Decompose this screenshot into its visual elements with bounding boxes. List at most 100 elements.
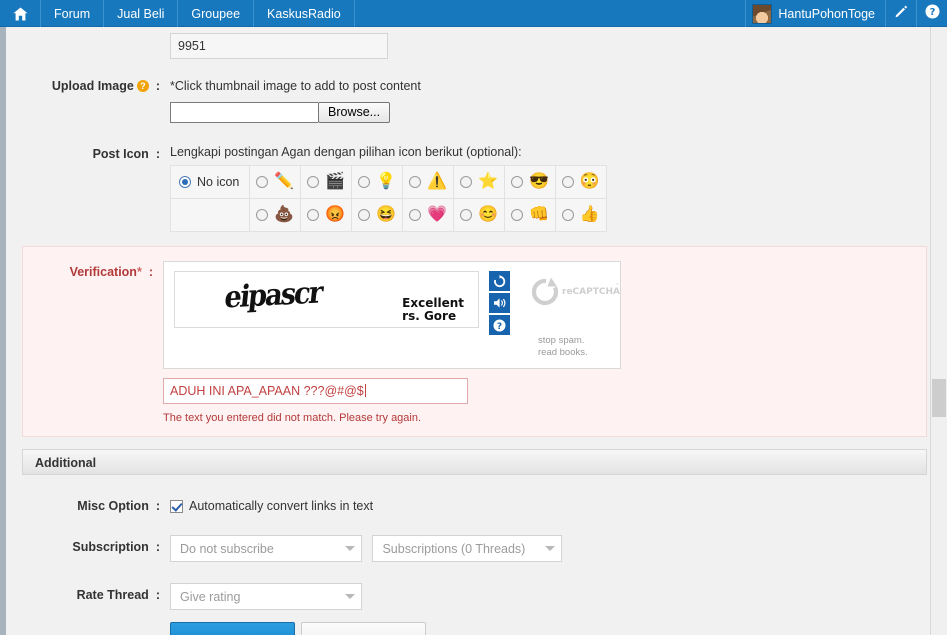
browse-button[interactable]: Browse...: [318, 102, 391, 123]
numeric-input[interactable]: 9951: [170, 33, 388, 59]
user-menu[interactable]: HantuPohonToge: [745, 0, 885, 27]
post-icon-option[interactable]: 😊: [460, 207, 498, 223]
subscription-label: Subscription:: [22, 535, 170, 554]
captcha-image: eipascr Excellent rs. Gore: [174, 271, 479, 328]
post-icon-option[interactable]: 😡: [307, 207, 345, 223]
post-icon-option[interactable]: 👍: [561, 207, 600, 223]
post-icon-cell[interactable]: 👊: [504, 198, 556, 232]
post-icon-option[interactable]: ✏️: [256, 174, 294, 190]
rate-thread-select[interactable]: Give rating: [170, 583, 362, 610]
post-icon-cell[interactable]: 😊: [453, 198, 505, 232]
post-icon-option[interactable]: 👊: [511, 207, 549, 223]
page-body: 9951 Upload Image?: *Click thumbnail ima…: [0, 27, 931, 635]
radio-post-icon[interactable]: [511, 209, 523, 221]
post-icon-option[interactable]: 💡: [358, 174, 396, 190]
question-icon: ?: [925, 4, 940, 24]
post-icon-option[interactable]: 😳: [561, 174, 600, 190]
file-input[interactable]: [170, 102, 318, 123]
sunglasses-face-icon: 😎: [529, 173, 549, 190]
lightbulb-icon: 💡: [376, 173, 397, 190]
scrollbar-thumb[interactable]: [932, 379, 946, 417]
post-icon-option[interactable]: 😎: [511, 174, 549, 190]
post-icon-cell[interactable]: 😳: [554, 165, 607, 199]
rate-thread-field: Give rating: [170, 583, 927, 610]
rate-thread-label: Rate Thread:: [22, 583, 170, 602]
post-icon-cell[interactable]: 💩: [249, 198, 302, 232]
row-verification: Verification*: eipascr Excellent rs. Gor…: [23, 261, 926, 424]
page-scrollbar[interactable]: [930, 27, 947, 635]
submit-button[interactable]: [170, 622, 295, 635]
captcha-audio-button[interactable]: [489, 293, 510, 313]
radio-no-icon[interactable]: [179, 176, 191, 188]
home-icon: [13, 7, 28, 21]
post-icon-row-1: No icon ✏️ 🎬 💡 ⚠️ ⭐ 😎 😳: [169, 165, 607, 199]
nav-item-jual-beli[interactable]: Jual Beli: [104, 0, 179, 27]
captcha-refresh-button[interactable]: [489, 271, 510, 291]
question-icon: ?: [493, 319, 506, 331]
post-icon-cell[interactable]: 💗: [402, 198, 455, 232]
post-icon-cell[interactable]: 🎬: [300, 165, 353, 199]
radio-post-icon[interactable]: [460, 176, 473, 188]
post-icon-cell[interactable]: ⚠️: [402, 165, 455, 199]
additional-section-header: Additional: [22, 449, 927, 475]
preview-button[interactable]: [301, 622, 426, 635]
compose-button[interactable]: [885, 0, 916, 27]
radio-post-icon[interactable]: [561, 209, 574, 221]
required-asterisk: *: [136, 265, 142, 279]
post-icon-cell[interactable]: 😆: [351, 198, 404, 232]
nav-item-kaskusradio[interactable]: KaskusRadio: [254, 0, 355, 27]
row-upload-image: Upload Image?: *Click thumbnail image to…: [22, 79, 927, 123]
radio-post-icon[interactable]: [256, 209, 269, 221]
nav-item-forum[interactable]: Forum: [41, 0, 105, 27]
radio-post-icon[interactable]: [511, 176, 523, 188]
convert-links-option[interactable]: Automatically convert links in text: [170, 499, 927, 513]
post-icon-cell[interactable]: ⭐: [453, 165, 505, 199]
post-icon-cell[interactable]: 😎: [504, 165, 556, 199]
post-icon-option[interactable]: ⚠️: [409, 174, 447, 190]
post-icon-cell[interactable]: 😡: [300, 198, 353, 232]
upload-image-label-text: Upload Image: [51, 79, 134, 93]
user-avatar: [752, 3, 773, 24]
verification-colon: :: [148, 265, 153, 279]
speaker-icon: [493, 298, 505, 308]
captcha-word-book-line2: rs. Gore: [402, 308, 457, 323]
radio-post-icon[interactable]: [409, 209, 422, 221]
radio-post-icon[interactable]: [409, 176, 422, 188]
radio-post-icon[interactable]: [358, 176, 371, 188]
subscription-select[interactable]: Do not subscribe: [170, 535, 362, 562]
page-root: Forum Jual Beli Groupee KaskusRadio Hant…: [0, 0, 947, 635]
radio-post-icon[interactable]: [256, 176, 269, 188]
post-icon-cell[interactable]: ✏️: [249, 165, 302, 199]
captcha-help-button[interactable]: ?: [489, 315, 510, 335]
post-icon-option[interactable]: 🎬: [307, 174, 345, 190]
laughing-face-icon: 😆: [376, 206, 397, 223]
upload-image-label: Upload Image?:: [22, 79, 170, 93]
question-mark-icon[interactable]: ?: [136, 80, 149, 92]
post-icon-option[interactable]: 😆: [358, 207, 396, 223]
help-button[interactable]: ?: [916, 0, 947, 27]
post-icon-cell[interactable]: 💡: [351, 165, 404, 199]
radio-post-icon[interactable]: [561, 176, 574, 188]
misc-option-label: Misc Option:: [22, 499, 170, 513]
home-button[interactable]: [0, 0, 41, 27]
nav-item-groupee[interactable]: Groupee: [178, 0, 255, 27]
convert-links-checkbox[interactable]: [170, 499, 183, 513]
subscription-field: Do not subscribe Subscriptions (0 Thread…: [170, 535, 927, 562]
post-icon-option[interactable]: 💩: [256, 207, 294, 223]
captcha-left: eipascr Excellent rs. Gore: [174, 271, 479, 359]
captcha-answer-input[interactable]: ADUH INI APA_APAAN ???@#@$: [163, 378, 468, 404]
radio-post-icon[interactable]: [307, 176, 320, 188]
post-icon-cell[interactable]: 👍: [554, 198, 607, 232]
no-icon-option[interactable]: No icon: [179, 175, 239, 189]
chevron-down-icon: [345, 546, 355, 551]
captcha-button-group: ?: [489, 271, 510, 335]
post-icon-option[interactable]: ⭐: [460, 174, 498, 190]
post-icon-no-icon-cell[interactable]: No icon: [169, 165, 251, 199]
subscription-folder-select[interactable]: Subscriptions (0 Threads): [372, 535, 563, 562]
radio-post-icon[interactable]: [460, 209, 473, 221]
post-icon-option[interactable]: 💗: [409, 207, 447, 223]
post-icon-colon: :: [155, 147, 160, 161]
radio-post-icon[interactable]: [307, 209, 320, 221]
radio-post-icon[interactable]: [358, 209, 371, 221]
